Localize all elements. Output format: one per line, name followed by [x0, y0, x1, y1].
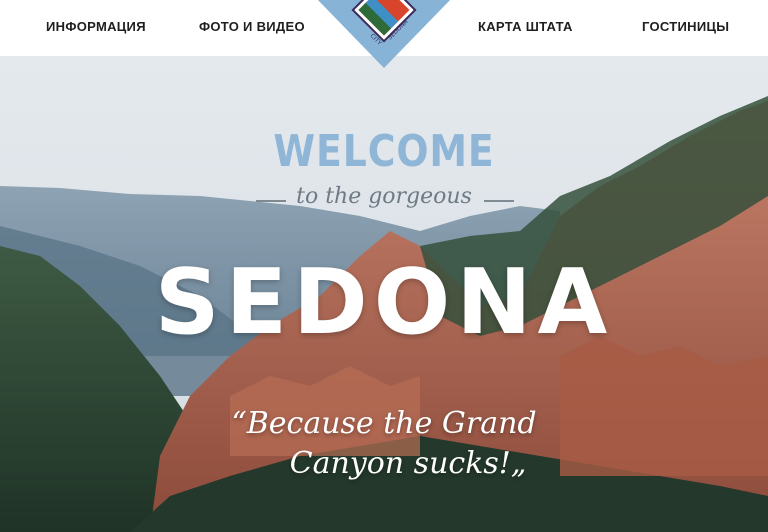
nav-item-state-map[interactable]: КАРТА ШТАТА [478, 19, 573, 34]
welcome-heading: WELCOME [273, 126, 495, 177]
quote-line-2: Canyon sucks!„ [289, 446, 527, 481]
nav-item-photo-video[interactable]: ФОТО И ВИДЕО [199, 19, 305, 34]
sedona-headline: SEDONA [154, 250, 614, 355]
city-seal-logo[interactable]: CITY SEDONA [316, 0, 452, 70]
nav-item-information[interactable]: ИНФОРМАЦИЯ [46, 19, 146, 34]
hero-quote: “Because the Grand Canyon sucks!„ [0, 404, 768, 484]
nav-item-hotels[interactable]: ГОСТИНИЦЫ [642, 19, 729, 34]
hero-banner: WELCOME to the gorgeous SEDONA “Because … [0, 56, 768, 532]
quote-line-1: “Because the Grand [231, 406, 537, 441]
tagline-divider-right [484, 200, 514, 202]
tagline-row: to the gorgeous [0, 184, 768, 216]
tagline-text: to the gorgeous [296, 184, 472, 209]
